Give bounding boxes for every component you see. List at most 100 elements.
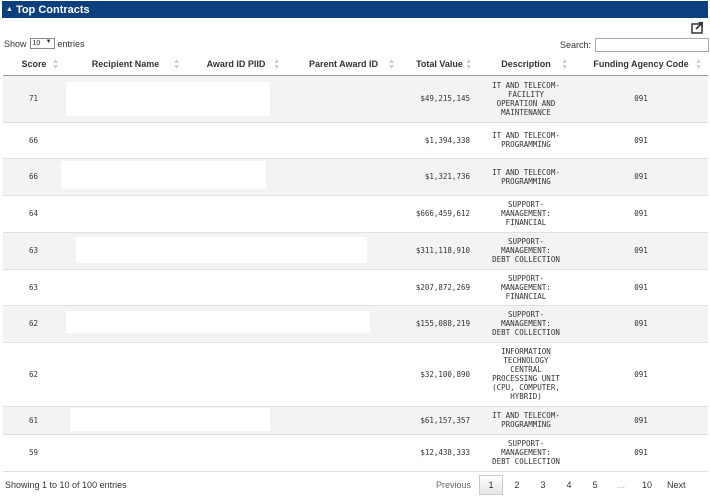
page-button-4[interactable]: 4 [557,475,581,495]
cell-total-value: $49,215,145 [401,75,478,123]
cell-description: SUPPORT- MANAGEMENT: FINANCIAL [478,195,574,233]
page-button-5[interactable]: 5 [583,475,607,495]
pagination-ellipsis: … [616,480,626,490]
table-row[interactable]: 66 $1,394,338 IT AND TELECOM- PROGRAMMING 0… [3,122,708,159]
column-header-total-value[interactable]: Total Value ▲ ▼ [401,54,478,76]
panel-title: Top Contracts [15,3,90,16]
previous-button[interactable]: Previous [430,475,477,495]
cell-parent-award-id [286,75,401,123]
page-button-1[interactable]: 1 [479,475,504,495]
next-button[interactable]: Next [661,475,692,495]
cell-funding-agency-code: 091 [574,434,708,472]
cell-award-id-piid [186,195,286,233]
table-row[interactable]: 59 $12,438,333 SUPPORT- MANAGEMENT: DEBT C… [3,434,708,472]
cell-score: 63 [3,269,65,306]
entries-select[interactable]: 10 ▼ [29,38,55,49]
cell-description: SUPPORT- MANAGEMENT: DEBT COLLECTION [478,305,574,343]
cell-total-value: $155,088,219 [401,305,478,343]
redacted-block [66,311,370,333]
cell-funding-agency-code: 091 [574,195,708,233]
sort-both-icon: ▲ ▼ [173,58,180,71]
cell-total-value: $311,118,910 [401,232,478,270]
cell-award-id-piid [186,342,286,407]
cell-funding-agency-code: 091 [574,75,708,123]
cell-total-value: $207,872,269 [401,269,478,306]
cell-total-value: $1,394,338 [401,122,478,159]
pagination: Previous 1 2 3 4 5 … 10 Next [430,475,694,495]
cell-funding-agency-code: 091 [574,122,708,159]
sort-both-icon: ▲ ▼ [52,58,59,71]
cell-parent-award-id [286,342,401,407]
entries-length-control: Show 10 ▼ entries [4,38,85,49]
cell-recipient-name [65,122,186,159]
table-row[interactable]: 64 $666,459,612 SUPPORT- MANAGEMENT: FINAN… [3,195,708,233]
export-share-icon[interactable] [691,21,705,34]
cell-funding-agency-code: 091 [574,406,708,435]
column-header-label: Award ID PIID [206,59,266,70]
column-header-award-id-piid[interactable]: Award ID PIID ▲ ▼ [186,54,286,76]
column-header-recipient-name[interactable]: Recipient Name ▲ ▼ [65,54,186,76]
cell-score: 59 [3,434,65,472]
column-header-label: Parent Award ID [308,59,379,70]
cell-funding-agency-code: 091 [574,269,708,306]
cell-total-value: $666,459,612 [401,195,478,233]
search-input[interactable] [595,38,710,52]
sort-both-icon: ▲ ▼ [273,58,280,71]
column-header-label: Total Value [416,59,463,70]
cell-total-value: $12,438,333 [401,434,478,472]
entries-select-value: 10 [32,40,41,47]
cell-score: 63 [3,232,65,270]
cell-parent-award-id [286,406,401,435]
cell-description: IT AND TELECOM- PROGRAMMING [478,158,574,196]
cell-funding-agency-code: 091 [574,232,708,270]
cell-score: 61 [3,406,65,435]
table-row[interactable]: 63 $207,872,269 SUPPORT- MANAGEMENT: FINAN… [3,269,708,306]
cell-description: SUPPORT- MANAGEMENT: DEBT COLLECTION [478,434,574,472]
cell-description: IT AND TELECOM- PROGRAMMING [478,406,574,435]
redacted-block [61,161,266,189]
column-header-score[interactable]: Score ▲ ▼ [3,54,65,76]
cell-parent-award-id [286,158,401,196]
column-header-parent-award-id[interactable]: Parent Award ID ▲ ▼ [286,54,401,76]
cell-recipient-name [65,342,186,407]
cell-description: IT AND TELECOM- FACILITY OPERATION AND M… [478,75,574,123]
collapse-caret-icon[interactable]: ▲ [6,6,13,13]
sort-both-icon: ▲ ▼ [388,58,395,71]
cell-total-value: $61,157,357 [401,406,478,435]
cell-award-id-piid [186,122,286,159]
column-header-label: Score [21,59,47,70]
page-button-2[interactable]: 2 [505,475,529,495]
cell-parent-award-id [286,434,401,472]
panel-header[interactable]: ▲ Top Contracts [2,1,708,18]
cell-score: 66 [3,122,65,159]
cell-score: 64 [3,195,65,233]
page-button-10[interactable]: 10 [635,475,659,495]
cell-recipient-name [65,195,186,233]
search-label: Search: [560,40,592,50]
cell-score: 62 [3,305,65,343]
cell-description: SUPPORT- MANAGEMENT: DEBT COLLECTION [478,232,574,270]
show-label: Show [4,38,27,49]
search-control: Search: [560,38,710,52]
column-header-label: Description [501,59,551,70]
column-header-label: Funding Agency Code [593,59,689,70]
entries-label: entries [57,38,85,49]
column-header-funding-agency-code[interactable]: Funding Agency Code ▲ ▼ [574,54,708,76]
cell-description: INFORMATION TECHNOLOGY CENTRAL PROCESSIN… [478,342,574,407]
cell-description: SUPPORT- MANAGEMENT: FINANCIAL [478,269,574,306]
cell-description: IT AND TELECOM- PROGRAMMING [478,122,574,159]
cell-award-id-piid [186,269,286,306]
sort-both-icon: ▲ ▼ [561,58,568,71]
column-header-description[interactable]: Description ▲ ▼ [478,54,574,76]
cell-score: 71 [3,75,65,123]
page-button-3[interactable]: 3 [531,475,555,495]
table-row[interactable]: 62 $32,100,890 INFORMATION TECHNOLOGY CENT… [3,342,708,407]
sort-both-icon: ▲ ▼ [465,58,472,71]
cell-recipient-name [65,434,186,472]
redacted-block [70,408,270,431]
sort-both-icon: ▲ ▼ [695,58,702,71]
cell-parent-award-id [286,269,401,306]
cell-funding-agency-code: 091 [574,342,708,407]
redacted-block [66,82,270,116]
cell-award-id-piid [186,434,286,472]
